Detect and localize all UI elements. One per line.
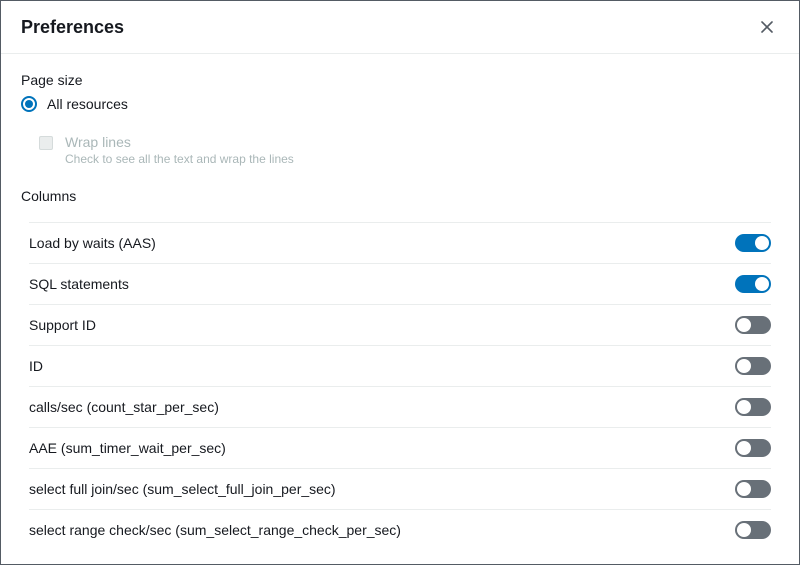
column-toggle[interactable] [735,398,771,416]
column-row: select full join/sec (sum_select_full_jo… [29,468,771,509]
column-row: select range check/sec (sum_select_range… [29,509,771,550]
column-label: SQL statements [29,276,129,292]
column-toggle[interactable] [735,357,771,375]
modal-header: Preferences [1,1,799,54]
toggle-knob [737,441,751,455]
column-row: Support ID [29,304,771,345]
wrap-lines-block: Wrap lines Check to see all the text and… [39,134,779,166]
column-label: ID [29,358,43,374]
wrap-lines-description: Check to see all the text and wrap the l… [65,152,294,166]
toggle-knob [755,277,769,291]
close-button[interactable] [755,15,779,39]
wrap-lines-checkbox [39,136,53,150]
radio-all-resources[interactable] [21,96,37,112]
column-row: Load by waits (AAS) [29,222,771,263]
toggle-knob [737,400,751,414]
toggle-knob [755,236,769,250]
columns-list: Load by waits (AAS) SQL statements Support… [29,222,771,550]
column-label: AAE (sum_timer_wait_per_sec) [29,440,226,456]
radio-all-resources-label: All resources [47,96,128,112]
column-label: select full join/sec (sum_select_full_jo… [29,481,336,497]
column-label: calls/sec (count_star_per_sec) [29,399,219,415]
column-label: Load by waits (AAS) [29,235,156,251]
column-toggle[interactable] [735,316,771,334]
column-label: select range check/sec (sum_select_range… [29,522,401,538]
close-icon [759,19,775,35]
column-toggle[interactable] [735,275,771,293]
column-row: AAE (sum_timer_wait_per_sec) [29,427,771,468]
toggle-knob [737,523,751,537]
modal-title: Preferences [21,17,124,38]
wrap-lines-label: Wrap lines [65,134,294,150]
column-label: Support ID [29,317,96,333]
columns-section-label: Columns [21,188,779,204]
modal-body: Page size All resources Wrap lines Check… [1,54,799,550]
toggle-knob [737,482,751,496]
toggle-knob [737,318,751,332]
page-size-radio-row[interactable]: All resources [21,96,779,112]
column-row: calls/sec (count_star_per_sec) [29,386,771,427]
column-toggle[interactable] [735,439,771,457]
page-size-label: Page size [21,72,779,88]
column-row: ID [29,345,771,386]
column-row: SQL statements [29,263,771,304]
column-toggle[interactable] [735,480,771,498]
column-toggle[interactable] [735,521,771,539]
radio-dot [25,100,33,108]
toggle-knob [737,359,751,373]
column-toggle[interactable] [735,234,771,252]
